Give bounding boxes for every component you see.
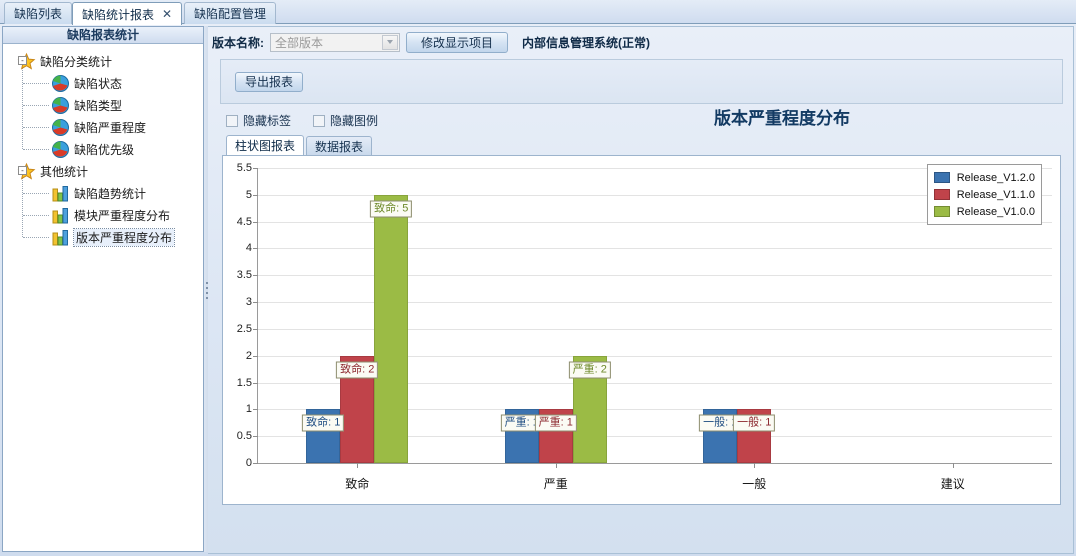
tree-item-2[interactable]: 缺陷类型	[3, 94, 203, 116]
close-icon[interactable]: ✕	[162, 8, 172, 20]
bar-chart-icon	[51, 184, 70, 203]
legend-swatch-icon	[933, 189, 950, 200]
tree-item-8[interactable]: 版本严重程度分布	[3, 226, 203, 248]
chart-legend: Release_V1.2.0 Release_V1.1.0 Release_V1.0…	[926, 164, 1042, 225]
main-tab-0[interactable]: 缺陷列表	[4, 2, 73, 24]
tree-item-label: 缺陷分类统计	[40, 54, 113, 69]
report-toolbar: 版本名称: 全部版本 修改显示项目 内部信息管理系统(正常)	[208, 27, 1073, 57]
tree-expander-icon[interactable]: -	[18, 166, 27, 175]
legend-item-1[interactable]: Release_V1.1.0	[933, 186, 1035, 203]
main-tab-label: 缺陷统计报表	[82, 7, 155, 22]
tree-item-label: 缺陷状态	[74, 76, 123, 91]
version-select-value: 全部版本	[275, 35, 324, 50]
legend-label: Release_V1.0.0	[956, 205, 1035, 218]
display-options: 隐藏标签 隐藏图例	[226, 112, 1073, 129]
export-report-button[interactable]: 导出报表	[235, 71, 304, 92]
y-axis-tick-label: 1	[245, 403, 252, 416]
legend-swatch-icon	[933, 206, 950, 217]
chart-bar-label: 严重: 1	[534, 414, 577, 432]
chart-bar-label: 致命: 1	[302, 414, 345, 432]
main-tab-label: 缺陷列表	[14, 7, 63, 21]
pie-chart-icon	[51, 118, 70, 137]
panel-title: 缺陷报表统计	[3, 27, 203, 44]
legend-label: Release_V1.2.0	[956, 171, 1035, 184]
tree-item-7[interactable]: 模块严重程度分布	[3, 204, 203, 226]
tree-item-5[interactable]: - 其他统计	[3, 160, 203, 182]
y-axis-tick-label: 5.5	[236, 162, 252, 174]
x-axis-tick	[952, 463, 954, 468]
report-content-area: 版本名称: 全部版本 修改显示项目 内部信息管理系统(正常) 导出报表 隐藏标签…	[208, 26, 1074, 554]
y-axis-tick-label: 5	[245, 188, 252, 201]
legend-item-2[interactable]: Release_V1.0.0	[933, 203, 1035, 220]
y-axis-tick-label: 2.5	[236, 322, 252, 335]
report-tree-panel: 缺陷报表统计 - 缺陷分类统计 缺陷状态 缺陷类型 缺陷严重程度 缺陷优先级 - 其他统计 缺陷…	[2, 26, 204, 552]
report-tree[interactable]: - 缺陷分类统计缺陷状态缺陷类型缺陷严重程度 缺陷优先级 - 其他统计缺陷趋势统计模块严…	[3, 44, 203, 551]
legend-swatch-icon	[933, 172, 950, 183]
tree-item-label: 其他统计	[40, 164, 89, 179]
legend-item-0[interactable]: Release_V1.2.0	[933, 169, 1035, 186]
pie-chart-icon	[51, 74, 70, 93]
version-label: 版本名称:	[212, 35, 264, 50]
x-axis-tick	[555, 463, 557, 468]
x-axis-tick	[754, 463, 756, 468]
bar-chart-icon	[51, 206, 70, 225]
y-axis-tick-label: 3.5	[236, 269, 252, 282]
x-axis-tick-label: 严重	[543, 477, 568, 491]
chart-bar-label: 严重: 2	[568, 361, 611, 379]
y-axis-tick-label: 1.5	[236, 376, 252, 389]
application-window: 缺陷列表 缺陷统计报表 ✕ 缺陷配置管理 缺陷报表统计 - 缺陷分类统计缺陷状态缺陷类型…	[0, 0, 1076, 556]
chart-bar-label: 致命: 2	[336, 361, 379, 379]
tree-item-label: 缺陷类型	[74, 98, 123, 113]
main-tab-label: 缺陷配置管理	[194, 7, 267, 21]
tree-item-1[interactable]: 缺陷状态	[3, 72, 203, 94]
chart-bar-label: 一般: 1	[733, 414, 776, 432]
bar-chart-icon	[51, 228, 70, 247]
hide-labels-checkbox[interactable]: 隐藏标签	[226, 112, 291, 129]
tree-item-6[interactable]: 缺陷趋势统计	[3, 182, 203, 204]
modify-display-items-button[interactable]: 修改显示项目	[406, 31, 509, 53]
tree-item-label: 模块严重程度分布	[74, 208, 171, 223]
y-axis-tick-label: 2	[245, 349, 252, 362]
x-axis-tick-label: 建议	[940, 477, 965, 491]
report-view-tab-1[interactable]: 数据报表	[306, 136, 373, 155]
version-select[interactable]: 全部版本	[270, 32, 400, 52]
tree-item-label: 缺陷严重程度	[74, 120, 147, 135]
chart-bar[interactable]	[374, 194, 409, 463]
chart-title: 版本严重程度分布	[714, 109, 850, 128]
main-tab-1[interactable]: 缺陷统计报表 ✕	[72, 2, 183, 25]
chart-container: 版本严重程度分布 0 0.5 1 1.5 2 2.5 3 3.5 4 4.5 5 5.5 致命 严重 一般 建…	[222, 109, 1061, 505]
y-axis-tick-label: 0	[245, 457, 252, 469]
main-tab-bar: 缺陷列表 缺陷统计报表 ✕ 缺陷配置管理	[0, 0, 1076, 25]
checkbox-icon[interactable]	[226, 114, 238, 127]
system-name-label: 内部信息管理系统(正常)	[522, 35, 651, 50]
hide-legend-checkbox[interactable]: 隐藏图例	[313, 112, 378, 129]
pie-chart-icon	[51, 96, 70, 115]
report-view-tab-0[interactable]: 柱状图报表	[226, 135, 305, 155]
tree-item-label: 缺陷趋势统计	[74, 186, 147, 201]
x-axis-tick-label: 一般	[742, 477, 767, 491]
x-axis-tick-label: 致命	[345, 477, 370, 491]
checkbox-icon[interactable]	[313, 114, 326, 127]
hide-labels-label: 隐藏标签	[243, 114, 292, 128]
report-view-tabs: 柱状图报表 数据报表	[226, 135, 1073, 155]
chart-bar-label: 致命: 5	[370, 200, 413, 218]
tree-expander-icon[interactable]: -	[18, 56, 27, 65]
tree-item-3[interactable]: 缺陷严重程度	[3, 116, 203, 138]
pie-chart-icon	[51, 140, 70, 159]
hide-legend-label: 隐藏图例	[330, 114, 379, 128]
main-tab-2[interactable]: 缺陷配置管理	[184, 2, 277, 24]
y-axis-tick-label: 4.5	[236, 215, 252, 228]
y-axis-tick-label: 0.5	[236, 430, 252, 443]
export-toolbar: 导出报表	[220, 59, 1063, 104]
y-axis-tick-label: 3	[245, 296, 252, 309]
tree-item-label: 缺陷优先级	[74, 142, 135, 157]
chevron-down-icon[interactable]	[382, 34, 398, 50]
x-axis-tick	[357, 463, 359, 468]
tree-item-label: 版本严重程度分布	[72, 227, 176, 247]
legend-label: Release_V1.1.0	[956, 188, 1035, 201]
tree-item-4[interactable]: 缺陷优先级	[3, 138, 203, 160]
tree-item-0[interactable]: - 缺陷分类统计	[3, 50, 203, 72]
y-axis-tick-label: 4	[245, 242, 252, 255]
